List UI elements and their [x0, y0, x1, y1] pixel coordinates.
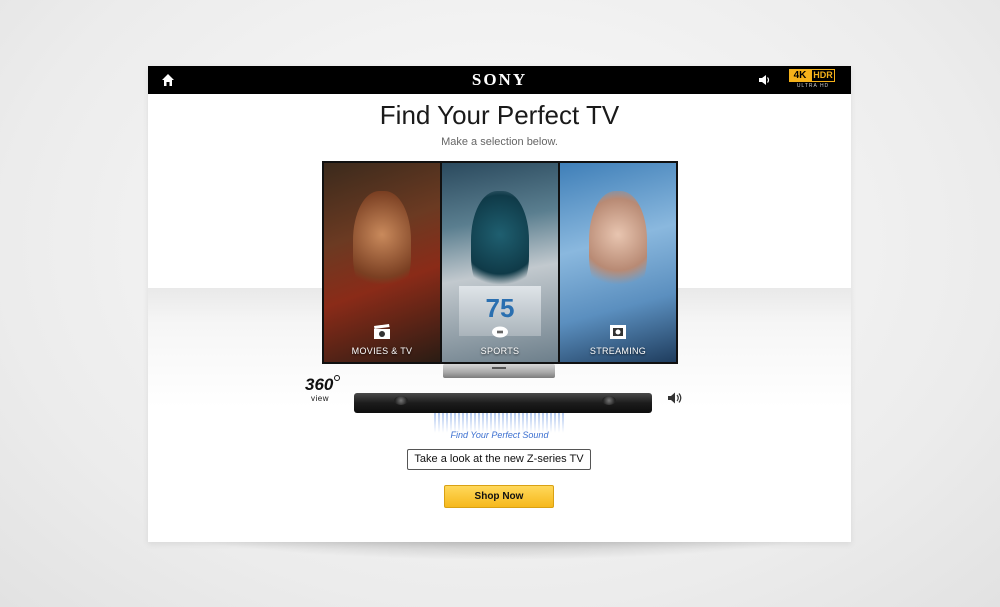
- soundbar-image[interactable]: [354, 393, 652, 413]
- speaker-side-icon[interactable]: [667, 391, 683, 405]
- sports-hero-image: [471, 190, 529, 301]
- category-tile-movies-tv[interactable]: MOVIES & TV: [324, 163, 440, 362]
- home-icon[interactable]: [161, 73, 175, 87]
- tv-stand-logo: [492, 367, 506, 369]
- tile-label-sports: SPORTS: [480, 346, 520, 356]
- tile-label-movies-tv: MOVIES & TV: [351, 346, 413, 356]
- soundbar-driver-left: [394, 396, 408, 405]
- movies-hero-image: [353, 190, 411, 301]
- app-panel: SONY 4K HDR ULTRA HD Find Your Perfect T…: [148, 66, 851, 542]
- degree-icon: [334, 375, 340, 381]
- 360-view-button[interactable]: 360 view: [305, 375, 341, 410]
- clapperboard-icon: [374, 324, 390, 339]
- page-title: Find Your Perfect TV: [379, 100, 620, 130]
- tv-screen: MOVIES & TV 75 SPORTS STREAMING: [322, 161, 678, 364]
- tile-label-streaming: STREAMING: [589, 346, 647, 356]
- badge-ultra-hd-text: ULTRA HD: [796, 83, 830, 89]
- sony-logo: SONY: [471, 70, 528, 89]
- category-tile-sports[interactable]: 75 SPORTS: [442, 163, 558, 362]
- category-tile-streaming[interactable]: STREAMING: [560, 163, 676, 362]
- badge-hdr-text: HDR: [811, 69, 835, 82]
- soundbar-driver-right: [602, 396, 616, 405]
- top-bar: SONY 4K HDR ULTRA HD: [148, 66, 851, 94]
- football-icon: [492, 326, 508, 338]
- z-series-button[interactable]: Take a look at the new Z-series TV: [407, 449, 591, 470]
- film-strip-icon: [610, 325, 626, 339]
- badge-4k-text: 4K: [789, 69, 811, 82]
- 4k-hdr-badge: 4K HDR ULTRA HD: [789, 69, 837, 91]
- shop-now-button[interactable]: Shop Now: [444, 485, 554, 508]
- speaker-icon[interactable]: [758, 74, 771, 86]
- 360-view-label: view: [311, 394, 330, 403]
- streaming-hero-image: [589, 190, 647, 301]
- find-sound-link[interactable]: Find Your Perfect Sound: [148, 430, 851, 440]
- page-subtitle: Make a selection below.: [441, 136, 558, 148]
